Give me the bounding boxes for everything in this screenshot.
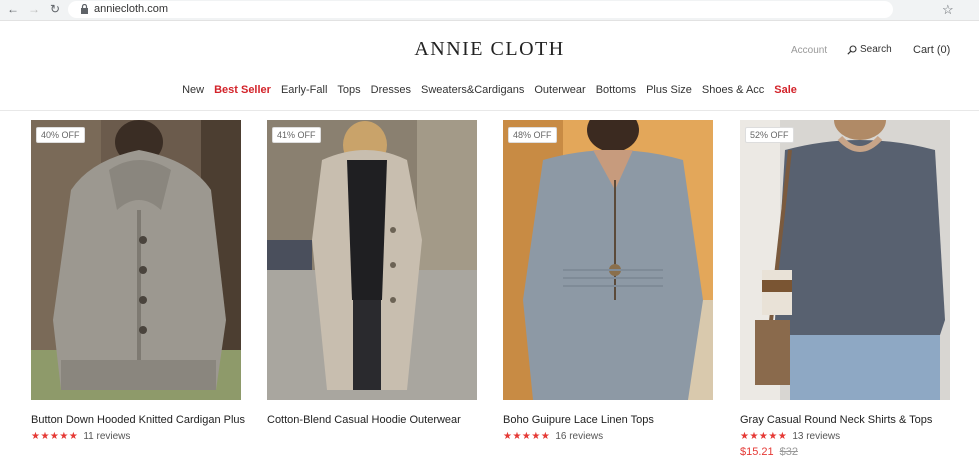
nav-item-best-seller[interactable]: Best Seller [214,84,271,96]
product-card[interactable]: 52% OFF Gray Casual Round Neck Shirts & … [740,120,950,458]
product-price: $15.21 $32 [740,446,950,458]
account-link[interactable]: Account [791,45,827,56]
product-name[interactable]: Cotton-Blend Casual Hoodie Outerwear [267,414,477,426]
nav-item-dresses[interactable]: Dresses [371,84,411,96]
nav-item-plus-size[interactable]: Plus Size [646,84,692,96]
nav-item-sweaters-cardigans[interactable]: Sweaters&Cardigans [421,84,524,96]
nav-item-outerwear[interactable]: Outerwear [534,84,585,96]
nav-item-sale[interactable]: Sale [774,84,797,96]
lock-icon [81,4,88,14]
search-icon [847,44,857,55]
nav-item-bottoms[interactable]: Bottoms [596,84,636,96]
url-text: anniecloth.com [94,3,168,15]
browser-toolbar: ← → ↻ anniecloth.com ☆ [0,0,979,21]
rating-stars-icon: ★★★★★ [503,431,551,442]
rating-stars-icon: ★★★★★ [31,431,79,442]
main-navigation: New Best Seller Early-Fall Tops Dresses … [0,84,979,96]
cart-link[interactable]: Cart (0) [913,44,950,56]
discount-badge: 52% OFF [745,127,794,143]
product-card[interactable]: 48% OFF Boho Guipure Lace Linen Tops ★★★… [503,120,713,442]
header-divider [0,110,979,111]
review-count[interactable]: 13 reviews [792,431,840,442]
review-count[interactable]: 16 reviews [555,431,603,442]
search-label: Search [860,44,892,55]
product-card[interactable]: 41% OFF Cotton-Blend Casual Hoodie Outer… [267,120,477,426]
site-logo[interactable]: ANNIE CLOTH [0,38,979,61]
back-arrow-icon[interactable]: ← [6,2,20,16]
discount-badge: 48% OFF [508,127,557,143]
forward-arrow-icon[interactable]: → [27,2,41,16]
nav-item-new[interactable]: New [182,84,204,96]
product-image[interactable]: 48% OFF [503,120,713,400]
product-image[interactable]: 41% OFF [267,120,477,400]
sale-price: $15.21 [740,446,774,458]
product-rating: ★★★★★ 13 reviews [740,431,950,442]
discount-badge: 41% OFF [272,127,321,143]
nav-item-early-fall[interactable]: Early-Fall [281,84,327,96]
address-bar[interactable]: anniecloth.com ☆ [68,1,954,18]
bookmark-star-icon[interactable]: ☆ [942,2,954,18]
original-price: $32 [779,446,799,458]
nav-item-shoes-acc[interactable]: Shoes & Acc [702,84,764,96]
product-image[interactable]: 40% OFF [31,120,241,400]
nav-item-tops[interactable]: Tops [337,84,360,96]
reload-icon[interactable]: ↻ [48,2,62,16]
product-name[interactable]: Gray Casual Round Neck Shirts & Tops [740,414,950,426]
review-count[interactable]: 11 reviews [83,431,130,442]
search-button[interactable]: Search [847,44,892,55]
product-card[interactable]: 40% OFF Button Down Hooded Knitted Cardi… [31,120,245,442]
product-name[interactable]: Button Down Hooded Knitted Cardigan Plus [31,414,245,426]
rating-stars-icon: ★★★★★ [740,431,788,442]
product-rating: ★★★★★ 16 reviews [503,431,713,442]
product-image[interactable]: 52% OFF [740,120,950,400]
product-name[interactable]: Boho Guipure Lace Linen Tops [503,414,713,426]
product-rating: ★★★★★ 11 reviews [31,431,241,442]
discount-badge: 40% OFF [36,127,85,143]
